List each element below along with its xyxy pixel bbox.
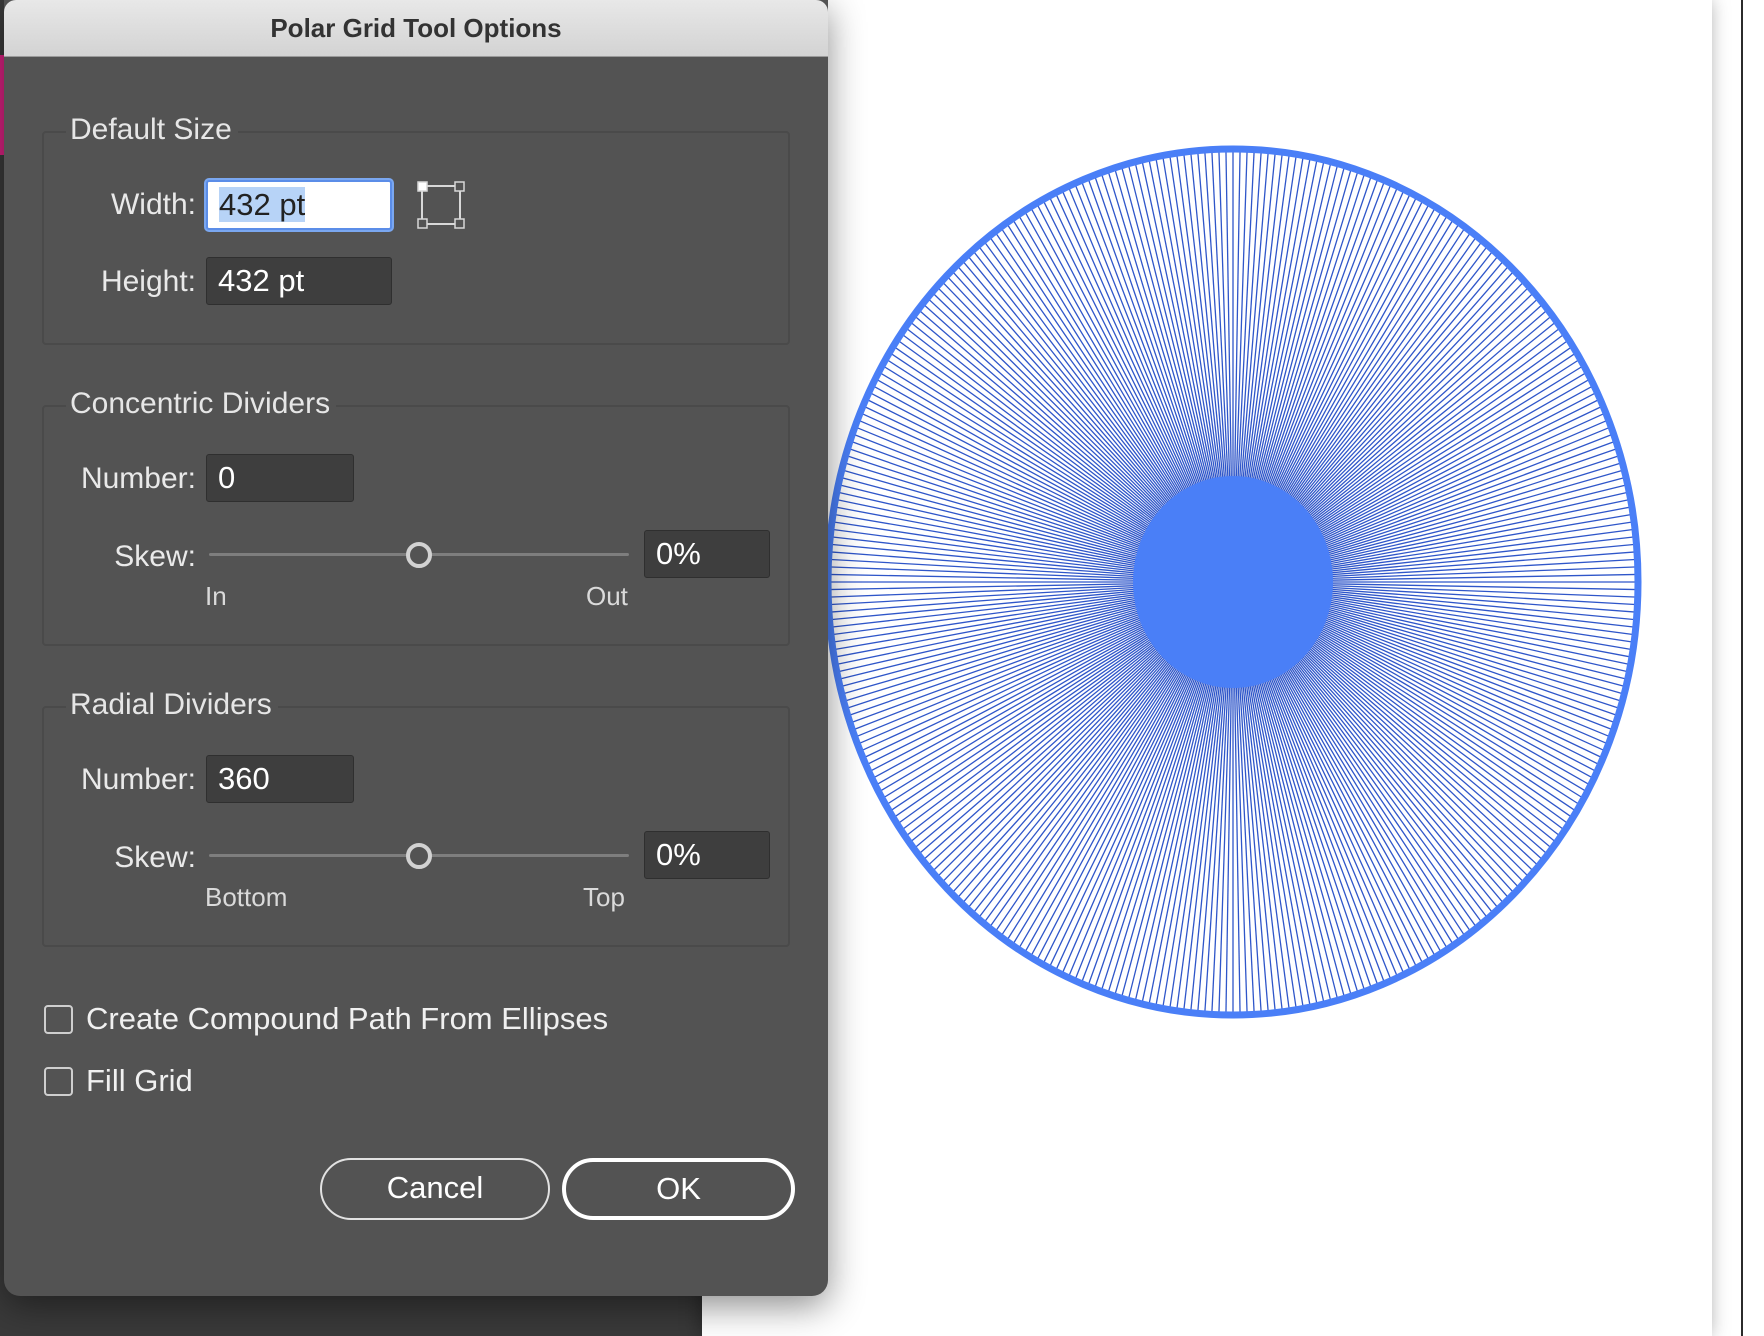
concentric-skew-field[interactable]: 0% [644, 530, 770, 578]
polar-grid-tool-options-dialog: Polar Grid Tool Options Default Size Wid… [4, 0, 828, 1296]
width-value: 432 pt [219, 187, 306, 222]
width-field[interactable]: 432 pt [206, 180, 392, 230]
concentric-dividers-group [42, 405, 790, 646]
concentric-skew-max-label: Out [586, 581, 628, 611]
compound-path-label[interactable]: Create Compound Path From Ellipses [86, 1001, 608, 1037]
concentric-skew-label: Skew: [114, 540, 196, 573]
default-size-group [42, 131, 790, 345]
dialog-title: Polar Grid Tool Options [4, 0, 828, 57]
fill-grid-checkbox[interactable] [44, 1067, 73, 1096]
default-size-title: Default Size [66, 113, 238, 147]
concentric-skew-thumb[interactable] [406, 542, 432, 568]
radial-skew-field[interactable]: 0% [644, 831, 770, 879]
concentric-skew-min-label: In [205, 581, 227, 611]
radial-skew-label: Skew: [114, 841, 196, 874]
radial-number-field[interactable]: 360 [206, 755, 354, 803]
compound-path-checkbox[interactable] [44, 1005, 73, 1034]
radial-skew-thumb[interactable] [406, 843, 432, 869]
radial-skew-max-label: Top [583, 882, 625, 912]
height-field[interactable]: 432 pt [206, 257, 392, 305]
fill-grid-label[interactable]: Fill Grid [86, 1063, 193, 1099]
polar-grid-artwork[interactable] [818, 137, 1648, 1027]
concentric-number-field[interactable]: 0 [206, 454, 354, 502]
radial-dividers-group [42, 706, 790, 947]
radial-skew-min-label: Bottom [205, 882, 288, 912]
reference-point-icon[interactable] [416, 180, 466, 230]
cancel-button[interactable]: Cancel [320, 1158, 550, 1220]
concentric-number-label: Number: [80, 462, 196, 495]
grid-center-dense-area [1133, 476, 1333, 688]
ok-button[interactable]: OK [562, 1158, 795, 1220]
height-label: Height: [100, 265, 196, 298]
concentric-dividers-title: Concentric Dividers [66, 387, 337, 421]
artboard-edge [1741, 0, 1743, 1336]
radial-number-label: Number: [80, 763, 196, 796]
radial-dividers-title: Radial Dividers [66, 688, 278, 722]
width-label: Width: [110, 188, 196, 221]
